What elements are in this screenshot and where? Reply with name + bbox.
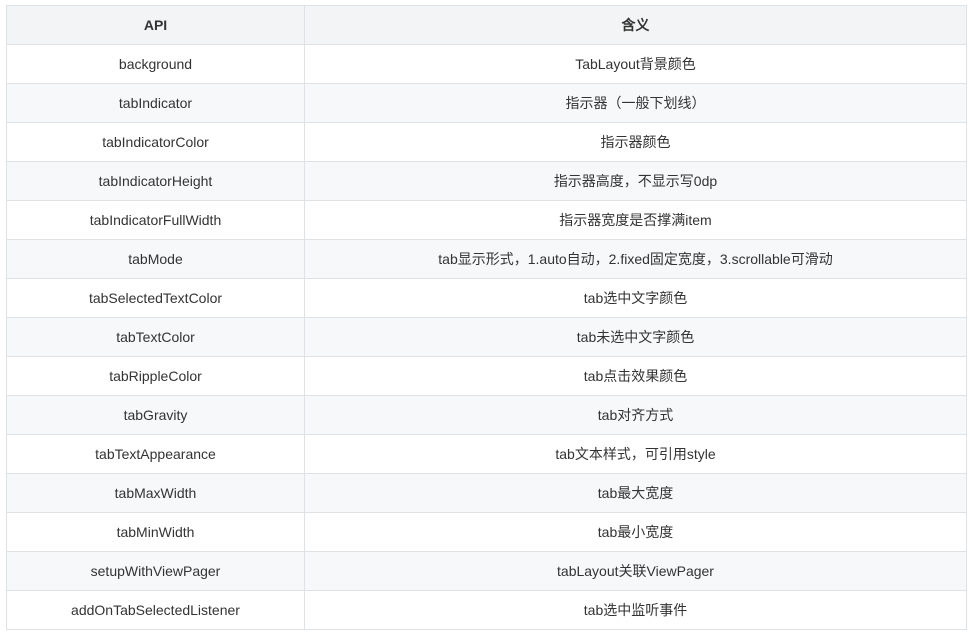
api-table: API 含义 background TabLayout背景颜色 tabIndic… <box>6 5 967 630</box>
api-cell: tabGravity <box>6 395 305 435</box>
meaning-cell: 指示器宽度是否撑满item <box>304 200 967 240</box>
table-row: tabIndicator 指示器（一般下划线） <box>6 83 967 123</box>
meaning-cell: tab显示形式，1.auto自动，2.fixed固定宽度，3.scrollabl… <box>304 239 967 279</box>
table-header: API 含义 <box>6 5 967 45</box>
api-cell: setupWithViewPager <box>6 551 305 591</box>
table-row: tabMode tab显示形式，1.auto自动，2.fixed固定宽度，3.s… <box>6 239 967 279</box>
meaning-cell: tab对齐方式 <box>304 395 967 435</box>
table-row: tabGravity tab对齐方式 <box>6 395 967 435</box>
header-api: API <box>6 5 305 45</box>
api-cell: tabSelectedTextColor <box>6 278 305 318</box>
api-cell: tabIndicatorFullWidth <box>6 200 305 240</box>
api-cell: tabTextColor <box>6 317 305 357</box>
meaning-cell: tab未选中文字颜色 <box>304 317 967 357</box>
table-row: addOnTabSelectedListener tab选中监听事件 <box>6 590 967 630</box>
header-row: API 含义 <box>6 5 967 45</box>
meaning-cell: TabLayout背景颜色 <box>304 44 967 84</box>
api-cell: background <box>6 44 305 84</box>
table-row: setupWithViewPager tabLayout关联ViewPager <box>6 551 967 591</box>
header-meaning: 含义 <box>304 5 967 45</box>
meaning-cell: tab文本样式，可引用style <box>304 434 967 474</box>
table-row: tabTextColor tab未选中文字颜色 <box>6 317 967 357</box>
table-row: tabMinWidth tab最小宽度 <box>6 512 967 552</box>
meaning-cell: tab最大宽度 <box>304 473 967 513</box>
table-body: background TabLayout背景颜色 tabIndicator 指示… <box>6 44 967 630</box>
api-cell: tabIndicatorHeight <box>6 161 305 201</box>
meaning-cell: 指示器（一般下划线） <box>304 83 967 123</box>
table-row: tabIndicatorColor 指示器颜色 <box>6 122 967 162</box>
api-cell: tabMaxWidth <box>6 473 305 513</box>
meaning-cell: tab选中监听事件 <box>304 590 967 630</box>
api-cell: addOnTabSelectedListener <box>6 590 305 630</box>
table-row: tabTextAppearance tab文本样式，可引用style <box>6 434 967 474</box>
api-cell: tabMinWidth <box>6 512 305 552</box>
meaning-cell: tabLayout关联ViewPager <box>304 551 967 591</box>
api-cell: tabIndicator <box>6 83 305 123</box>
api-cell: tabIndicatorColor <box>6 122 305 162</box>
table-row: tabMaxWidth tab最大宽度 <box>6 473 967 513</box>
meaning-cell: tab最小宽度 <box>304 512 967 552</box>
api-cell: tabRippleColor <box>6 356 305 396</box>
meaning-cell: tab选中文字颜色 <box>304 278 967 318</box>
table-row: tabRippleColor tab点击效果颜色 <box>6 356 967 396</box>
api-cell: tabTextAppearance <box>6 434 305 474</box>
table-row: tabIndicatorHeight 指示器高度，不显示写0dp <box>6 161 967 201</box>
table-row: tabSelectedTextColor tab选中文字颜色 <box>6 278 967 318</box>
meaning-cell: 指示器高度，不显示写0dp <box>304 161 967 201</box>
meaning-cell: tab点击效果颜色 <box>304 356 967 396</box>
api-cell: tabMode <box>6 239 305 279</box>
meaning-cell: 指示器颜色 <box>304 122 967 162</box>
table-row: background TabLayout背景颜色 <box>6 44 967 84</box>
table-row: tabIndicatorFullWidth 指示器宽度是否撑满item <box>6 200 967 240</box>
